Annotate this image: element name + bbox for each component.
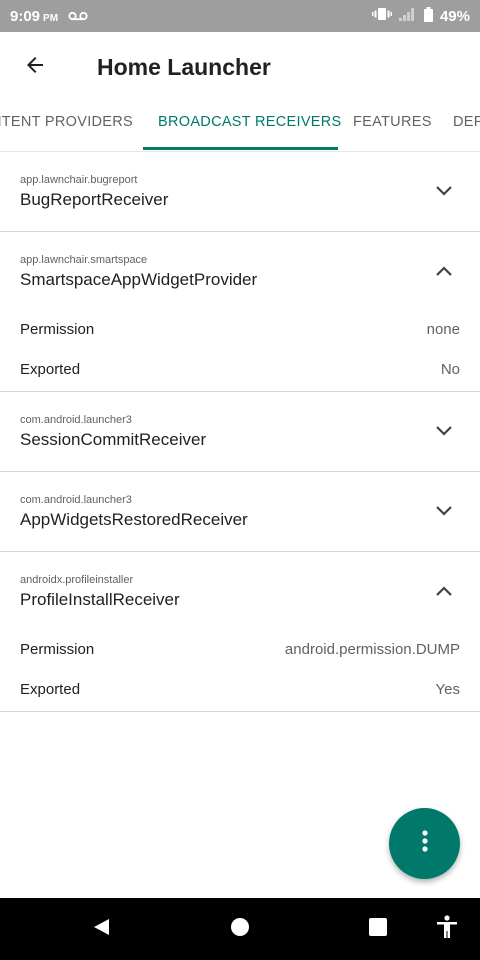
home-circle-icon [230, 917, 250, 942]
detail-value: none [426, 321, 460, 338]
receiver-package: app.lawnchair.smartspace [20, 254, 148, 266]
back-triangle-icon [91, 917, 111, 942]
chevron-down-icon[interactable] [432, 419, 456, 443]
receiver-name: SmartspaceAppWidgetProvider [20, 270, 258, 289]
detail-row-permission: Permission none [0, 311, 480, 351]
chevron-down-icon[interactable] [432, 499, 456, 523]
receiver-name: ProfileInstallReceiver [20, 590, 180, 609]
tab-features[interactable]: FEATURES [353, 102, 432, 152]
chevron-up-icon[interactable] [432, 579, 456, 603]
receiver-header[interactable]: app.lawnchair.smartspace SmartspaceAppWi… [0, 232, 480, 311]
voicemail-icon [68, 11, 88, 21]
detail-row-exported: Exported Yes [0, 671, 480, 711]
receiver-package: com.android.launcher3 [20, 414, 132, 426]
receiver-header[interactable]: app.lawnchair.bugreport BugReportReceive… [0, 152, 480, 231]
receiver-name: AppWidgetsRestoredReceiver [20, 510, 248, 529]
battery-icon [423, 6, 433, 26]
arrow-back-icon [23, 53, 47, 82]
nav-back-button[interactable] [86, 914, 116, 944]
tab-bar: NTENT PROVIDERS BROADCAST RECEIVERS FEAT… [0, 102, 480, 152]
detail-value: No [440, 361, 460, 378]
receiver-header[interactable]: com.android.launcher3 SessionCommitRecei… [0, 392, 480, 471]
recents-square-icon [368, 917, 388, 942]
receiver-package: androidx.profileinstaller [20, 574, 134, 586]
detail-value: Yes [435, 681, 460, 698]
detail-key: Permission [20, 641, 95, 658]
time-ampm: PM [43, 12, 59, 24]
status-time: 9:09 PM [10, 8, 58, 25]
more-vert-icon [421, 829, 429, 858]
tab-broadcast-receivers[interactable]: BROADCAST RECEIVERS [158, 102, 342, 152]
chevron-down-icon[interactable] [432, 179, 456, 203]
tab-content-providers[interactable]: NTENT PROVIDERS [0, 102, 133, 152]
status-bar: 9:09 PM 49% [0, 0, 480, 32]
active-tab-indicator [143, 147, 338, 150]
receiver-item: com.android.launcher3 AppWidgetsRestored… [0, 472, 480, 552]
more-options-fab[interactable] [389, 808, 460, 879]
receiver-header[interactable]: com.android.launcher3 AppWidgetsRestored… [0, 472, 480, 551]
time-text: 9:09 [10, 7, 41, 25]
receiver-package: com.android.launcher3 [20, 494, 132, 506]
detail-key: Permission [20, 321, 95, 338]
receiver-name: SessionCommitReceiver [20, 430, 207, 449]
receiver-header[interactable]: androidx.profileinstaller ProfileInstall… [0, 552, 480, 631]
detail-row-exported: Exported No [0, 351, 480, 391]
accessibility-icon [436, 914, 458, 944]
nav-recents-button[interactable] [363, 914, 393, 944]
receiver-item: androidx.profileinstaller ProfileInstall… [0, 552, 480, 712]
nav-accessibility-button[interactable] [432, 914, 462, 944]
back-button[interactable] [0, 32, 70, 102]
app-bar: Home Launcher [0, 32, 480, 102]
receiver-list: app.lawnchair.bugreport BugReportReceive… [0, 152, 480, 712]
signal-icon [398, 7, 417, 25]
detail-row-permission: Permission android.permission.DUMP [0, 631, 480, 671]
receiver-item: app.lawnchair.bugreport BugReportReceive… [0, 152, 480, 232]
navigation-bar [0, 898, 480, 960]
detail-key: Exported [20, 361, 81, 378]
detail-value: android.permission.DUMP [284, 641, 460, 658]
battery-percent: 49% [439, 7, 470, 25]
receiver-name: BugReportReceiver [20, 190, 169, 209]
receiver-item: com.android.launcher3 SessionCommitRecei… [0, 392, 480, 472]
page-title: Home Launcher [97, 53, 271, 80]
chevron-up-icon[interactable] [432, 259, 456, 283]
vibrate-icon [371, 7, 392, 25]
nav-home-button[interactable] [225, 914, 255, 944]
receiver-item: app.lawnchair.smartspace SmartspaceAppWi… [0, 232, 480, 392]
detail-key: Exported [20, 681, 81, 698]
tab-def[interactable]: DEF [453, 102, 480, 152]
receiver-package: app.lawnchair.bugreport [20, 174, 138, 186]
